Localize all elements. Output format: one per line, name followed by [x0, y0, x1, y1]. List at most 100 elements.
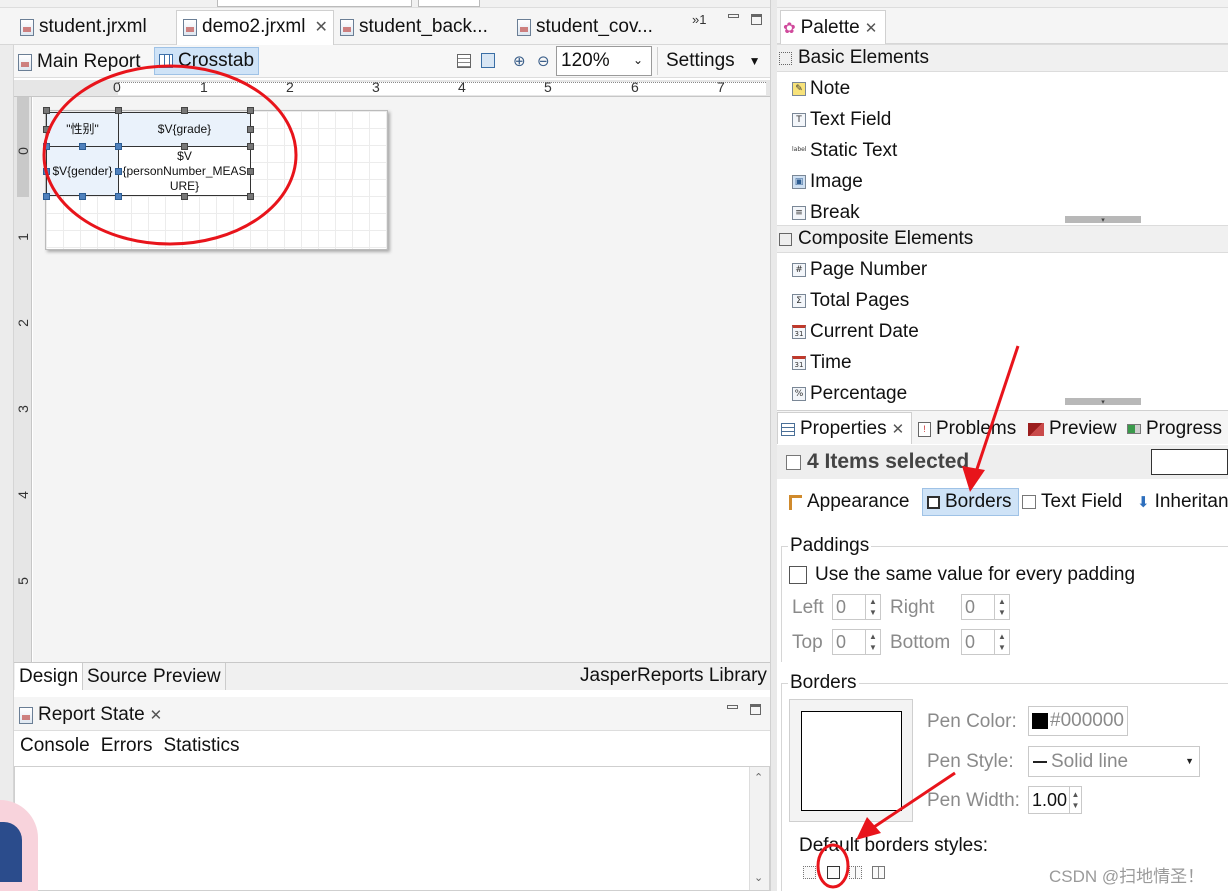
palette-item-total-pages[interactable]: Σ Total Pages — [792, 288, 909, 314]
palette-item-page-number[interactable]: # Page Number — [792, 257, 927, 283]
grid-border-icon[interactable] — [872, 866, 885, 879]
same-padding-label[interactable]: Use the same value for every padding — [815, 564, 1135, 586]
selection-handle[interactable] — [181, 193, 188, 200]
crosstab-measure-cell[interactable]: $V {personNumber_MEAS URE} — [118, 146, 251, 196]
basic-elements-header[interactable]: Basic Elements — [777, 44, 1228, 72]
editor-tab-student[interactable]: student.jrxml — [20, 12, 147, 42]
palette-tab[interactable]: ✿ Palette ✕ — [780, 10, 886, 44]
main-report-tab[interactable]: Main Report — [18, 49, 141, 75]
settings-button[interactable]: Settings ▼ — [657, 47, 761, 75]
spinner-arrows-icon[interactable]: ▲ ▼ — [1069, 787, 1081, 813]
preview-tab[interactable]: Preview — [149, 663, 226, 690]
palette-item-note[interactable]: ✎ Note — [792, 76, 850, 102]
selection-handle[interactable] — [181, 107, 188, 114]
close-icon[interactable]: ✕ — [892, 420, 905, 438]
palette-item-static-text[interactable]: label Static Text — [792, 138, 897, 164]
errors-tab[interactable]: Errors — [101, 735, 153, 759]
properties-tab[interactable]: Properties ✕ — [781, 418, 904, 440]
statistics-tab[interactable]: Statistics — [163, 735, 239, 759]
palette-item-percentage[interactable]: % Percentage — [792, 381, 907, 407]
padding-top-input[interactable]: 0 ▲ ▼ — [832, 629, 881, 655]
scroll-down-icon[interactable]: ⌄ — [754, 871, 763, 884]
selection-handle[interactable] — [181, 143, 188, 150]
inheritance-tab[interactable]: ⬇ Inheritan — [1137, 488, 1228, 516]
selection-handle[interactable] — [247, 143, 254, 150]
pen-width-input[interactable]: 1.00 ▲ ▼ — [1028, 786, 1082, 814]
selection-handle[interactable] — [43, 143, 50, 150]
no-border-icon[interactable] — [803, 866, 816, 879]
selection-handle[interactable] — [43, 107, 50, 114]
crosstab-corner-cell[interactable]: "性别" — [46, 112, 119, 147]
console-output[interactable]: ⌃ ⌄ — [14, 766, 770, 891]
scroll-more-indicator[interactable]: ▾ — [1065, 398, 1141, 406]
source-tab[interactable]: Source — [83, 663, 153, 690]
border-preview[interactable] — [789, 699, 913, 822]
zoom-out-icon[interactable]: ⊖ — [537, 52, 550, 70]
selection-name-input[interactable] — [1151, 449, 1228, 475]
crosstab-column-header[interactable]: $V{grade} — [118, 112, 251, 147]
selection-handle[interactable] — [247, 168, 254, 175]
pen-style-select[interactable]: Solid line ▼ — [1028, 746, 1200, 777]
console-tab[interactable]: Console — [20, 735, 90, 759]
design-tab[interactable]: Design — [15, 663, 84, 690]
zoom-in-icon[interactable]: ⊕ — [513, 52, 526, 70]
padding-bottom-input[interactable]: 0 ▲ ▼ — [961, 629, 1010, 655]
selection-handle[interactable] — [43, 126, 50, 133]
maximize-icon[interactable] — [750, 704, 761, 715]
appearance-tab[interactable]: Appearance — [789, 488, 909, 516]
padding-left-input[interactable]: 0 ▲ ▼ — [832, 594, 881, 620]
composite-elements-header[interactable]: Composite Elements — [777, 225, 1228, 253]
layout-icon[interactable] — [457, 54, 471, 68]
toolbar-input-2[interactable] — [418, 0, 480, 7]
palette-item-break[interactable]: ≡ Break — [792, 200, 860, 226]
pen-color-picker[interactable]: #000000 — [1028, 706, 1128, 736]
tab-overflow-button[interactable]: »1 — [692, 12, 706, 27]
spinner-arrows-icon[interactable]: ▲ ▼ — [865, 630, 880, 654]
zoom-select[interactable]: 120% ⌄ — [556, 46, 652, 76]
palette-item-current-date[interactable]: 31 Current Date — [792, 319, 919, 345]
inner-border-icon[interactable] — [849, 866, 862, 879]
palette-item-time[interactable]: 31 Time — [792, 350, 852, 376]
spinner-arrows-icon[interactable]: ▲ ▼ — [994, 630, 1009, 654]
selection-handle[interactable] — [43, 168, 50, 175]
progress-tab[interactable]: Progress — [1127, 418, 1222, 440]
selection-handle[interactable] — [247, 107, 254, 114]
editor-tab-student-back[interactable]: student_back... — [340, 12, 488, 42]
padding-right-input[interactable]: 0 ▲ ▼ — [961, 594, 1010, 620]
selection-handle[interactable] — [115, 193, 122, 200]
maximize-icon[interactable] — [751, 14, 762, 25]
scroll-up-icon[interactable]: ⌃ — [754, 771, 763, 784]
selection-handle[interactable] — [115, 168, 122, 175]
selection-handle[interactable] — [79, 143, 86, 150]
borders-tab[interactable]: Borders — [922, 488, 1019, 516]
toolbar-input-1[interactable] — [217, 0, 412, 7]
spinner-arrows-icon[interactable]: ▲ ▼ — [994, 595, 1009, 619]
vertical-scrollbar[interactable]: ⌃ ⌄ — [749, 767, 769, 890]
spinner-arrows-icon[interactable]: ▲ ▼ — [865, 595, 880, 619]
editor-tab-student-cov[interactable]: student_cov... — [517, 12, 653, 42]
report-state-tab[interactable]: Report State ✕ — [19, 702, 162, 728]
vertical-splitter[interactable] — [770, 0, 777, 891]
export-icon[interactable] — [481, 53, 495, 68]
same-padding-checkbox[interactable] — [789, 566, 807, 584]
palette-item-image[interactable]: ▣ Image — [792, 169, 863, 195]
preview-view-tab[interactable]: Preview — [1028, 418, 1117, 440]
selection-handle[interactable] — [247, 193, 254, 200]
close-icon[interactable]: ✕ — [314, 17, 327, 37]
problems-tab[interactable]: ! Problems — [918, 418, 1016, 440]
selection-handle[interactable] — [79, 193, 86, 200]
selection-handle[interactable] — [115, 143, 122, 150]
scroll-more-indicator[interactable]: ▾ — [1065, 216, 1141, 224]
editor-tab-demo2-content[interactable]: demo2.jrxml ✕ — [183, 12, 328, 42]
crosstab-row-header[interactable]: $V{gender} — [46, 146, 119, 196]
close-icon[interactable]: ✕ — [865, 19, 878, 37]
minimize-icon[interactable] — [728, 14, 739, 18]
border-preview-box[interactable] — [801, 711, 902, 811]
selection-handle[interactable] — [247, 126, 254, 133]
selection-handle[interactable] — [115, 107, 122, 114]
crosstab-tab[interactable]: Crosstab — [154, 47, 259, 75]
close-icon[interactable]: ✕ — [150, 706, 163, 724]
minimize-icon[interactable] — [727, 705, 738, 709]
palette-item-text-field[interactable]: T Text Field — [792, 107, 891, 133]
full-border-icon[interactable] — [827, 866, 840, 879]
